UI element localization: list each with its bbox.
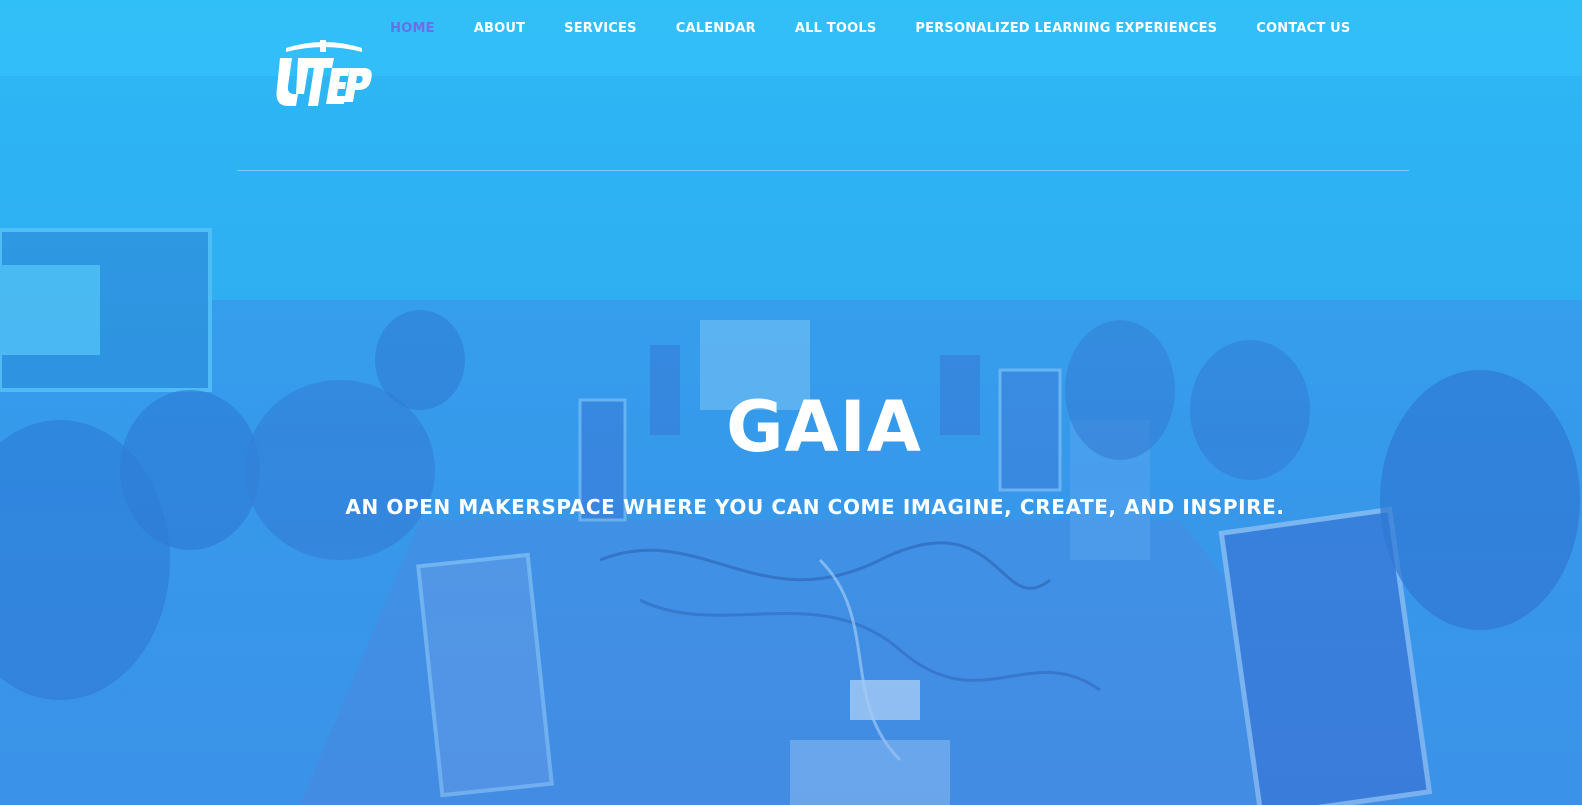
nav-contact-us[interactable]: CONTACT US [1237,19,1370,39]
hero-subtitle: AN OPEN MAKERSPACE WHERE YOU CAN COME IM… [345,495,1285,519]
nav-services[interactable]: SERVICES [545,19,657,39]
hero-title: GAIA [726,386,922,468]
nav-home[interactable]: HOME [371,19,455,39]
hero-section: HOME ABOUT SERVICES CALENDAR ALL TOOLS P… [0,0,1582,805]
nav-calendar[interactable]: CALENDAR [656,19,775,39]
nav-personalized-learning-experiences[interactable]: PERSONALIZED LEARNING EXPERIENCES [896,19,1237,39]
nav-about[interactable]: ABOUT [454,19,544,39]
nav-all-tools[interactable]: ALL TOOLS [775,19,896,39]
main-nav: HOME ABOUT SERVICES CALENDAR ALL TOOLS P… [371,19,1370,39]
header-divider [237,170,1409,171]
utep-pickaxe-logo[interactable] [276,38,372,110]
